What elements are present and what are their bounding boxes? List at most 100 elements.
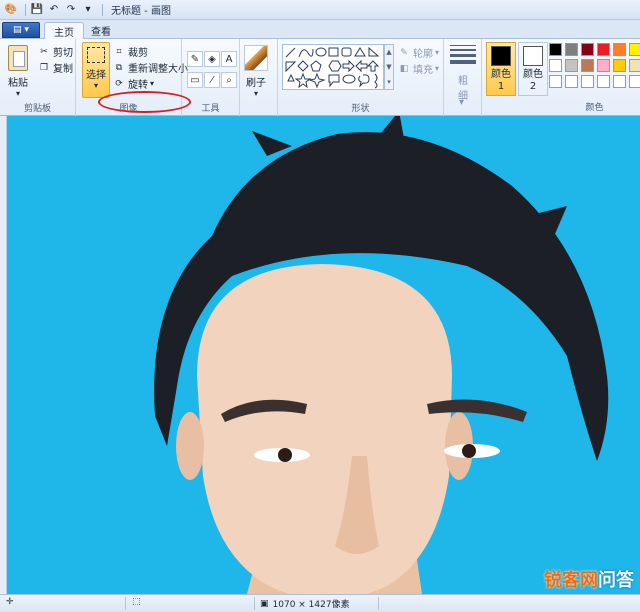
clipboard-group-label: 剪贴板 [23,104,51,114]
chevron-down-icon: ▾ [435,64,440,73]
color2-label: 颜色 2 [523,69,543,92]
color1-swatch [491,46,511,66]
palette-swatch[interactable] [629,43,640,56]
watermark-brand: 锐客网 [544,570,598,591]
red-highlight-circle [98,91,191,113]
brush-icon [244,45,268,71]
image-size-status: ▣ 1070 × 1427像素 [260,597,350,611]
palette-swatch[interactable] [597,59,610,72]
rotate-label: 旋转 [128,80,148,91]
canvas-area: 锐客网问答 [0,116,640,594]
palette-swatch[interactable] [613,43,626,56]
shapes-gallery-icons [285,46,380,89]
status-bar: ✛ ⬚ ▣ 1070 × 1427像素 [0,594,640,612]
fill-bucket-icon[interactable]: ◈ [204,51,220,67]
paint-app-icon[interactable]: 🎨 [4,3,18,17]
palette-swatch[interactable] [581,75,594,88]
brushes-button[interactable]: 刷子 ▾ [244,45,268,98]
palette-swatch[interactable] [549,43,562,56]
redo-icon[interactable]: ↷ [64,3,78,17]
palette-swatch[interactable] [549,59,562,72]
resize-icon: ⧉ [115,62,123,73]
ribbon: 粘贴 ▾ ✂ 剪切 ❐ 复制 剪贴板 图像 选择 ▾ ⌗ 裁剪 ⧉ 重新调整大小… [0,39,640,116]
scroll-up-icon[interactable]: ▲ [386,48,391,56]
chevron-down-icon: ▾ [435,48,440,57]
palette-swatch[interactable] [565,59,578,72]
chevron-down-icon: ▾ [93,81,98,90]
palette-swatch[interactable] [549,75,562,88]
cut-label: 剪切 [53,48,73,59]
divider [125,597,126,610]
paste-button[interactable]: 粘贴 ▾ [8,45,28,98]
select-button[interactable]: 选择 ▾ [82,42,110,98]
photo-canvas[interactable] [7,116,640,594]
palette-swatch[interactable] [581,43,594,56]
line-medium [450,49,476,51]
resize-label: 重新调整大小 [128,64,188,75]
chevron-down-icon[interactable]: ▾ [459,97,464,108]
canvas-left-edge [0,116,7,594]
cut-button[interactable]: ✂ 剪切 [38,44,73,60]
outline-button[interactable]: ✎ 轮廓 ▾ [398,45,440,61]
divider [102,3,103,16]
file-menu-button[interactable]: ▤ ▾ [2,22,40,38]
outline-icon: ✎ [400,47,408,58]
copy-button[interactable]: ❐ 复制 [38,60,73,76]
color2-swatch [523,46,543,66]
selection-rectangle-icon [87,47,105,63]
palette-swatch[interactable] [629,75,640,88]
palette-swatch[interactable] [597,75,610,88]
clipboard-icon [8,45,28,71]
select-label: 选择 [86,70,106,81]
eraser-icon[interactable]: ▭ [187,72,203,88]
crop-icon: ⌗ [116,46,122,57]
color-palette [549,43,640,88]
magnifier-icon[interactable]: ⌕ [221,72,237,88]
line-thicker [450,60,476,64]
rotate-button[interactable]: ⟳ 旋转 ▾ [113,76,154,92]
resize-button[interactable]: ⧉ 重新调整大小 [113,60,188,76]
window-title: 无标题 - 画图 [111,6,171,17]
fill-icon: ◧ [399,63,409,74]
palette-swatch[interactable] [581,59,594,72]
crop-button[interactable]: ⌗ 裁剪 [113,44,148,60]
undo-icon[interactable]: ↶ [47,3,61,17]
divider [254,597,255,610]
chevron-down-icon: ▾ [15,89,20,98]
customize-toolbar-icon[interactable]: ▾ [81,3,95,17]
title-bar: 🎨 💾 ↶ ↷ ▾ 无标题 - 画图 [0,0,640,20]
shapes-scrollbar[interactable]: ▲ ▼ ▾ [384,44,394,90]
palette-swatch[interactable] [565,43,578,56]
tools-group-label: 工具 [201,104,220,114]
text-tool-icon[interactable]: A [221,51,237,67]
color1-label: 颜色 1 [491,69,511,92]
scissors-icon: ✂ [40,46,48,57]
palette-swatch[interactable] [613,75,626,88]
chevron-down-icon: ▾ [253,89,258,98]
fill-label: 填充 [413,65,433,76]
fill-button[interactable]: ◧ 填充 ▾ [398,61,440,77]
save-icon[interactable]: 💾 [30,3,44,17]
divider [378,597,379,610]
expand-icon[interactable]: ▾ [387,78,391,86]
scroll-down-icon[interactable]: ▼ [386,63,391,71]
pencil-icon[interactable]: ✎ [187,51,203,67]
watermark: 锐客网问答 [544,566,634,592]
palette-swatch[interactable] [565,75,578,88]
color2-button[interactable]: 颜色 2 [518,42,548,96]
crop-label: 裁剪 [128,48,148,59]
tab-home[interactable]: 主页 [44,22,84,40]
tab-view[interactable]: 查看 [82,22,120,39]
ribbon-tabs: ▤ ▾ 主页 查看 [0,20,640,40]
line-thick [450,54,476,57]
palette-swatch[interactable] [597,43,610,56]
palette-swatch[interactable] [629,59,640,72]
color1-button[interactable]: 颜色 1 [486,42,516,96]
palette-swatch[interactable] [613,59,626,72]
cursor-position-icon: ✛ [6,597,14,607]
line-width-icon[interactable] [450,45,476,67]
watermark-text: 问答 [598,570,634,591]
image-size-text: 1070 × 1427像素 [272,600,350,610]
color-picker-icon[interactable]: ⁄ [204,72,220,88]
shapes-gallery[interactable] [282,44,384,90]
